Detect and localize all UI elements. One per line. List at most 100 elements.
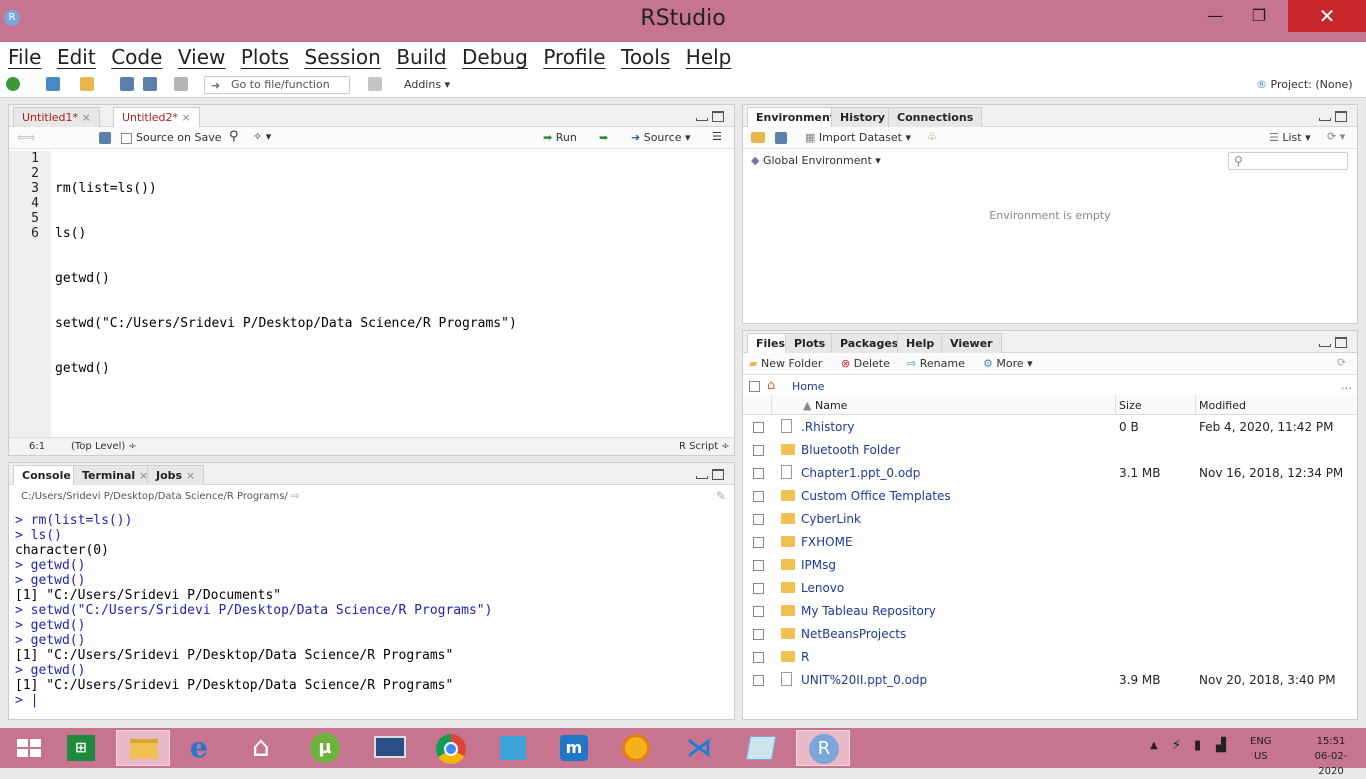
- new-file-icon[interactable]: [6, 77, 20, 91]
- menu-edit[interactable]: Edit: [57, 42, 96, 72]
- tray-expand-icon[interactable]: ▲: [1150, 740, 1158, 751]
- menu-tools[interactable]: Tools: [621, 42, 670, 72]
- menu-code[interactable]: Code: [111, 42, 162, 72]
- col-size-header[interactable]: Size: [1119, 399, 1142, 412]
- chrome-taskbar-icon[interactable]: [424, 730, 478, 766]
- console-minmax[interactable]: [696, 469, 726, 481]
- menu-debug[interactable]: Debug: [462, 42, 528, 72]
- file-name[interactable]: My Tableau Repository: [801, 604, 936, 618]
- menu-file[interactable]: File: [8, 42, 41, 72]
- new-project-icon[interactable]: [46, 77, 60, 91]
- col-modified-header[interactable]: Modified: [1199, 399, 1246, 412]
- file-name[interactable]: NetBeansProjects: [801, 627, 906, 641]
- file-checkbox[interactable]: [753, 652, 764, 663]
- global-env-selector[interactable]: ◆ Global Environment ▾: [751, 154, 881, 167]
- rename-button[interactable]: ⇨ Rename: [907, 357, 965, 370]
- tab-viewer[interactable]: Viewer: [941, 333, 1002, 353]
- store-taskbar-icon[interactable]: [486, 730, 540, 766]
- file-row[interactable]: Lenovo: [743, 577, 1357, 600]
- file-checkbox[interactable]: [753, 560, 764, 571]
- menu-view[interactable]: View: [178, 42, 225, 72]
- code-line[interactable]: setwd("C:/Users/Sridevi P/Desktop/Data S…: [55, 316, 734, 331]
- project-menu[interactable]: ® Project: (None): [1256, 78, 1353, 91]
- file-explorer-taskbar-icon[interactable]: [116, 730, 170, 766]
- code-line[interactable]: [55, 406, 734, 421]
- env-search-input[interactable]: ⚲: [1228, 152, 1348, 170]
- menu-plots[interactable]: Plots: [241, 42, 289, 72]
- tab-environment[interactable]: Environment: [747, 107, 845, 127]
- list-view-button[interactable]: ☰ List ▾: [1269, 131, 1311, 144]
- file-name[interactable]: IPMsg: [801, 558, 836, 572]
- file-name[interactable]: Chapter1.ppt_0.odp: [801, 466, 920, 480]
- tab-untitled2[interactable]: Untitled2* ×: [113, 107, 200, 127]
- tab-packages[interactable]: Packages: [831, 333, 908, 353]
- tab-terminal[interactable]: Terminal ×: [73, 465, 158, 485]
- files-minmax[interactable]: [1319, 337, 1349, 349]
- file-name[interactable]: R: [801, 650, 809, 664]
- file-row[interactable]: FXHOME: [743, 531, 1357, 554]
- minimize-pane-icon[interactable]: [1319, 344, 1331, 347]
- back-forward-icon[interactable]: ⇦⇨: [17, 131, 35, 144]
- source-button[interactable]: ➜ Source ▾: [631, 131, 691, 144]
- home-taskbar-icon[interactable]: ⌂: [238, 730, 292, 766]
- new-folder-button[interactable]: ▰ New Folder: [749, 357, 822, 370]
- close-tab-icon[interactable]: ×: [82, 111, 91, 124]
- file-checkbox[interactable]: [753, 583, 764, 594]
- load-workspace-icon[interactable]: [751, 132, 765, 143]
- env-minmax[interactable]: [1319, 111, 1349, 123]
- tray-battery-icon[interactable]: ▮: [1194, 738, 1201, 753]
- wand-icon[interactable]: ✧ ▾: [253, 130, 271, 143]
- tab-jobs[interactable]: Jobs ×: [147, 465, 205, 485]
- file-name[interactable]: UNIT%20II.ppt_0.odp: [801, 673, 927, 687]
- file-row[interactable]: My Tableau Repository: [743, 600, 1357, 623]
- tab-help[interactable]: Help: [897, 333, 944, 353]
- file-row[interactable]: CyberLink: [743, 508, 1357, 531]
- start-button[interactable]: [4, 730, 58, 766]
- run-button[interactable]: ➡ Run: [543, 131, 577, 144]
- refresh-icon[interactable]: ⟳ ▾: [1327, 130, 1345, 143]
- save-icon[interactable]: [120, 77, 134, 91]
- source-on-save-checkbox[interactable]: [121, 133, 132, 144]
- tab-history[interactable]: History: [831, 107, 894, 127]
- file-checkbox[interactable]: [753, 606, 764, 617]
- file-checkbox[interactable]: [753, 629, 764, 640]
- broom-icon[interactable]: ♧: [927, 130, 937, 143]
- file-checkbox[interactable]: [753, 491, 764, 502]
- rerun-icon[interactable]: ➥: [599, 131, 608, 144]
- maximize-pane-icon[interactable]: [1335, 337, 1347, 348]
- rstudio-taskbar-icon[interactable]: R: [796, 730, 850, 766]
- minimize-pane-icon[interactable]: [696, 118, 708, 121]
- menu-profile[interactable]: Profile: [543, 42, 605, 72]
- ie-taskbar-icon[interactable]: e: [178, 730, 232, 766]
- tray-power-icon[interactable]: ⚡: [1172, 738, 1181, 753]
- tab-connections[interactable]: Connections: [888, 107, 983, 127]
- code-line[interactable]: getwd(): [55, 271, 734, 286]
- maximize-pane-icon[interactable]: [1335, 111, 1347, 122]
- minimize-pane-icon[interactable]: [696, 476, 708, 479]
- notepad-taskbar-icon[interactable]: [734, 730, 788, 766]
- maximize-pane-icon[interactable]: [712, 469, 724, 480]
- editor-minmax[interactable]: [696, 111, 726, 123]
- file-row[interactable]: NetBeansProjects: [743, 623, 1357, 646]
- tray-network-icon[interactable]: ▟: [1216, 738, 1226, 753]
- file-name[interactable]: Custom Office Templates: [801, 489, 951, 503]
- file-row[interactable]: Custom Office Templates: [743, 485, 1357, 508]
- file-name[interactable]: .Rhistory: [801, 420, 854, 434]
- file-checkbox[interactable]: [753, 675, 764, 686]
- menu-build[interactable]: Build: [396, 42, 446, 72]
- home-link[interactable]: Home: [792, 380, 824, 393]
- file-row[interactable]: Bluetooth Folder: [743, 439, 1357, 462]
- file-checkbox[interactable]: [753, 537, 764, 548]
- more-path-icon[interactable]: …: [1341, 379, 1352, 392]
- grid-layout-icon[interactable]: [368, 77, 382, 91]
- save-workspace-icon[interactable]: [775, 132, 787, 144]
- file-checkbox[interactable]: [753, 445, 764, 456]
- save-all-icon[interactable]: [143, 77, 157, 91]
- close-button[interactable]: ✕: [1288, 0, 1366, 32]
- menu-session[interactable]: Session: [305, 42, 381, 72]
- save-file-icon[interactable]: [99, 132, 111, 144]
- lenovo-taskbar-icon[interactable]: [362, 730, 416, 766]
- outline-icon[interactable]: ☰: [712, 130, 722, 143]
- file-row[interactable]: Chapter1.ppt_0.odp 3.1 MB Nov 16, 2018, 12…: [743, 462, 1357, 485]
- excel-taskbar-icon[interactable]: ⊞: [58, 730, 112, 766]
